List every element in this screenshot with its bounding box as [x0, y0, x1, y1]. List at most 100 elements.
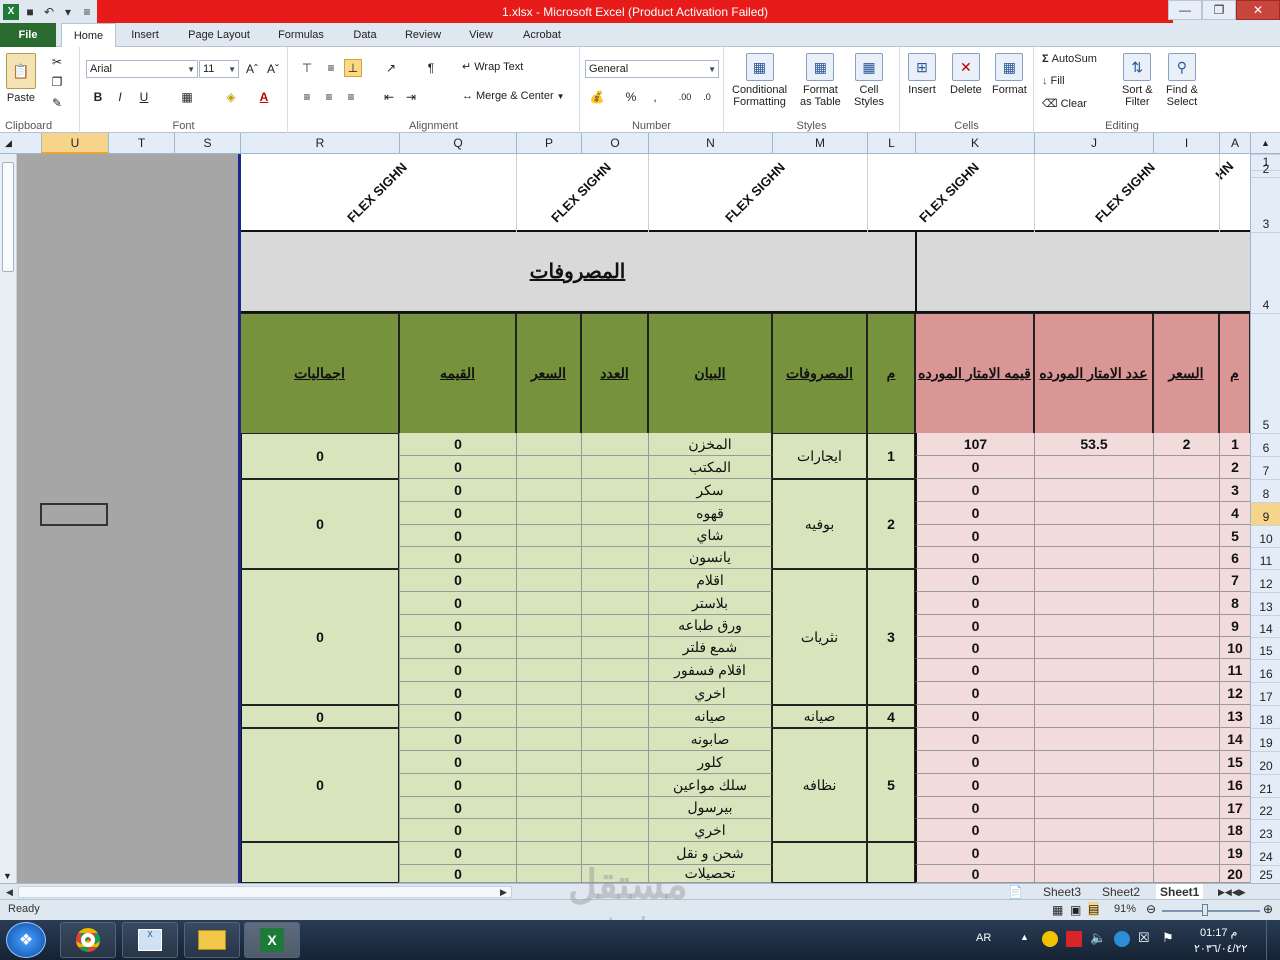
sort-filter-button[interactable]: ⇅ Sort & Filter [1122, 53, 1153, 108]
supplied-value[interactable]: 0 [915, 502, 1034, 525]
row-header[interactable]: 14 [1251, 615, 1280, 637]
item-price[interactable] [516, 751, 581, 774]
supplied-value[interactable]: 0 [915, 728, 1034, 751]
delete-cells-button[interactable]: ✕ Delete [950, 53, 982, 96]
item-count[interactable] [581, 705, 648, 728]
item-count[interactable] [581, 659, 648, 682]
minimize-button[interactable]: — [1168, 0, 1202, 20]
row-header[interactable]: 4 [1251, 232, 1280, 313]
align-bottom-icon[interactable]: ⊥ [344, 59, 362, 77]
supplied-meters[interactable] [1034, 615, 1153, 637]
supplied-price[interactable] [1153, 682, 1219, 705]
row-header[interactable]: 12 [1251, 569, 1280, 592]
group-number[interactable]: 5 [867, 728, 915, 842]
item-count[interactable] [581, 592, 648, 615]
row-header[interactable]: 5 [1251, 313, 1280, 433]
tab-formulas[interactable]: Formulas [272, 23, 330, 47]
currency-icon[interactable]: 💰 [588, 88, 606, 106]
supplied-value[interactable]: 0 [915, 592, 1034, 615]
language-indicator[interactable]: AR [976, 932, 991, 944]
supplied-value[interactable]: 0 [915, 842, 1034, 865]
item-value[interactable]: 0 [399, 705, 516, 728]
row-number[interactable]: 2 [1219, 456, 1250, 479]
supplied-meters[interactable] [1034, 682, 1153, 705]
merge-center-button[interactable]: ↔ Merge & Center ▼ [462, 90, 565, 102]
borders-icon[interactable]: ▦ [178, 88, 196, 106]
supplied-price[interactable] [1153, 728, 1219, 751]
row-number[interactable]: 1 [1219, 433, 1250, 456]
font-name-select[interactable]: Arial ▼ [86, 60, 198, 78]
wrap-text-button[interactable]: ↵ Wrap Text [462, 60, 523, 74]
supplied-price[interactable] [1153, 659, 1219, 682]
supplied-price[interactable] [1153, 569, 1219, 592]
item-price[interactable] [516, 659, 581, 682]
header-number[interactable]: م [867, 313, 915, 434]
supplied-price[interactable] [1153, 774, 1219, 797]
customize-icon[interactable]: ≡ [79, 4, 95, 20]
supplied-price[interactable] [1153, 592, 1219, 615]
paste-button[interactable]: 📋 Paste [6, 53, 36, 104]
network-icon[interactable]: ☒ [1138, 930, 1150, 946]
item-price[interactable] [516, 525, 581, 547]
row-number[interactable]: 7 [1219, 569, 1250, 592]
item-value[interactable]: 0 [399, 615, 516, 637]
zoom-level[interactable]: 91% [1114, 903, 1136, 915]
zoom-slider[interactable] [1162, 910, 1260, 912]
item-value[interactable]: 0 [399, 751, 516, 774]
supplied-value[interactable]: 0 [915, 774, 1034, 797]
item-description[interactable]: اقلام فسفور [648, 659, 772, 682]
item-price[interactable] [516, 819, 581, 842]
item-value[interactable]: 0 [399, 819, 516, 842]
group-total[interactable]: 0 [240, 433, 399, 479]
tab-review[interactable]: Review [398, 23, 448, 47]
zoom-slider-thumb[interactable] [1202, 904, 1208, 916]
item-count[interactable] [581, 433, 648, 456]
item-price[interactable] [516, 637, 581, 659]
item-price[interactable] [516, 456, 581, 479]
header-totals[interactable]: اجماليات [240, 313, 399, 434]
item-value[interactable]: 0 [399, 728, 516, 751]
item-count[interactable] [581, 819, 648, 842]
row-header[interactable]: 10 [1251, 525, 1280, 547]
supplied-price[interactable] [1153, 547, 1219, 569]
header-value[interactable]: القيمه [399, 313, 516, 434]
dropdown-icon[interactable]: ▾ [60, 4, 76, 20]
pink-title-block[interactable] [915, 232, 1250, 313]
row-header[interactable]: 9 [1251, 502, 1280, 525]
row-number[interactable]: 10 [1219, 637, 1250, 659]
item-value[interactable]: 0 [399, 659, 516, 682]
row-number[interactable]: 14 [1219, 728, 1250, 751]
row-header[interactable]: 16 [1251, 659, 1280, 682]
header-description[interactable]: البيان [648, 313, 772, 434]
horizontal-scrollbar[interactable] [18, 886, 512, 898]
item-value[interactable]: 0 [399, 502, 516, 525]
explorer-task-button[interactable] [184, 922, 240, 958]
supplied-value[interactable]: 0 [915, 569, 1034, 592]
supplied-meters[interactable] [1034, 547, 1153, 569]
supplied-meters[interactable] [1034, 728, 1153, 751]
percent-icon[interactable]: % [622, 88, 640, 106]
group-name[interactable]: نظافه [772, 728, 867, 842]
supplied-meters[interactable] [1034, 479, 1153, 502]
item-description[interactable]: ورق طباعه [648, 615, 772, 637]
expenses-title[interactable]: المصروفات [240, 232, 915, 313]
clear-button[interactable]: ⌫ Clear [1042, 97, 1087, 111]
row-number[interactable]: 16 [1219, 774, 1250, 797]
grow-font-icon[interactable]: Aˆ [243, 60, 261, 78]
item-count[interactable] [581, 751, 648, 774]
supplied-value[interactable]: 0 [915, 682, 1034, 705]
row-header[interactable]: 25 [1251, 865, 1280, 883]
supplied-price[interactable] [1153, 842, 1219, 865]
group-number[interactable]: 4 [867, 705, 915, 728]
supplied-meters[interactable] [1034, 569, 1153, 592]
sheet-tab-3[interactable]: Sheet3 [1043, 884, 1081, 900]
align-middle-icon[interactable]: ≡ [322, 59, 340, 77]
row-header[interactable]: 11 [1251, 547, 1280, 569]
underline-icon[interactable]: U [135, 88, 153, 106]
cut-icon[interactable]: ✂ [48, 53, 66, 71]
item-value[interactable]: 0 [399, 525, 516, 547]
supplied-meters[interactable] [1034, 751, 1153, 774]
supplied-price[interactable] [1153, 751, 1219, 774]
autosum-button[interactable]: Σ AutoSum [1042, 53, 1097, 65]
decrease-indent-icon[interactable]: ⇤ [380, 88, 398, 106]
